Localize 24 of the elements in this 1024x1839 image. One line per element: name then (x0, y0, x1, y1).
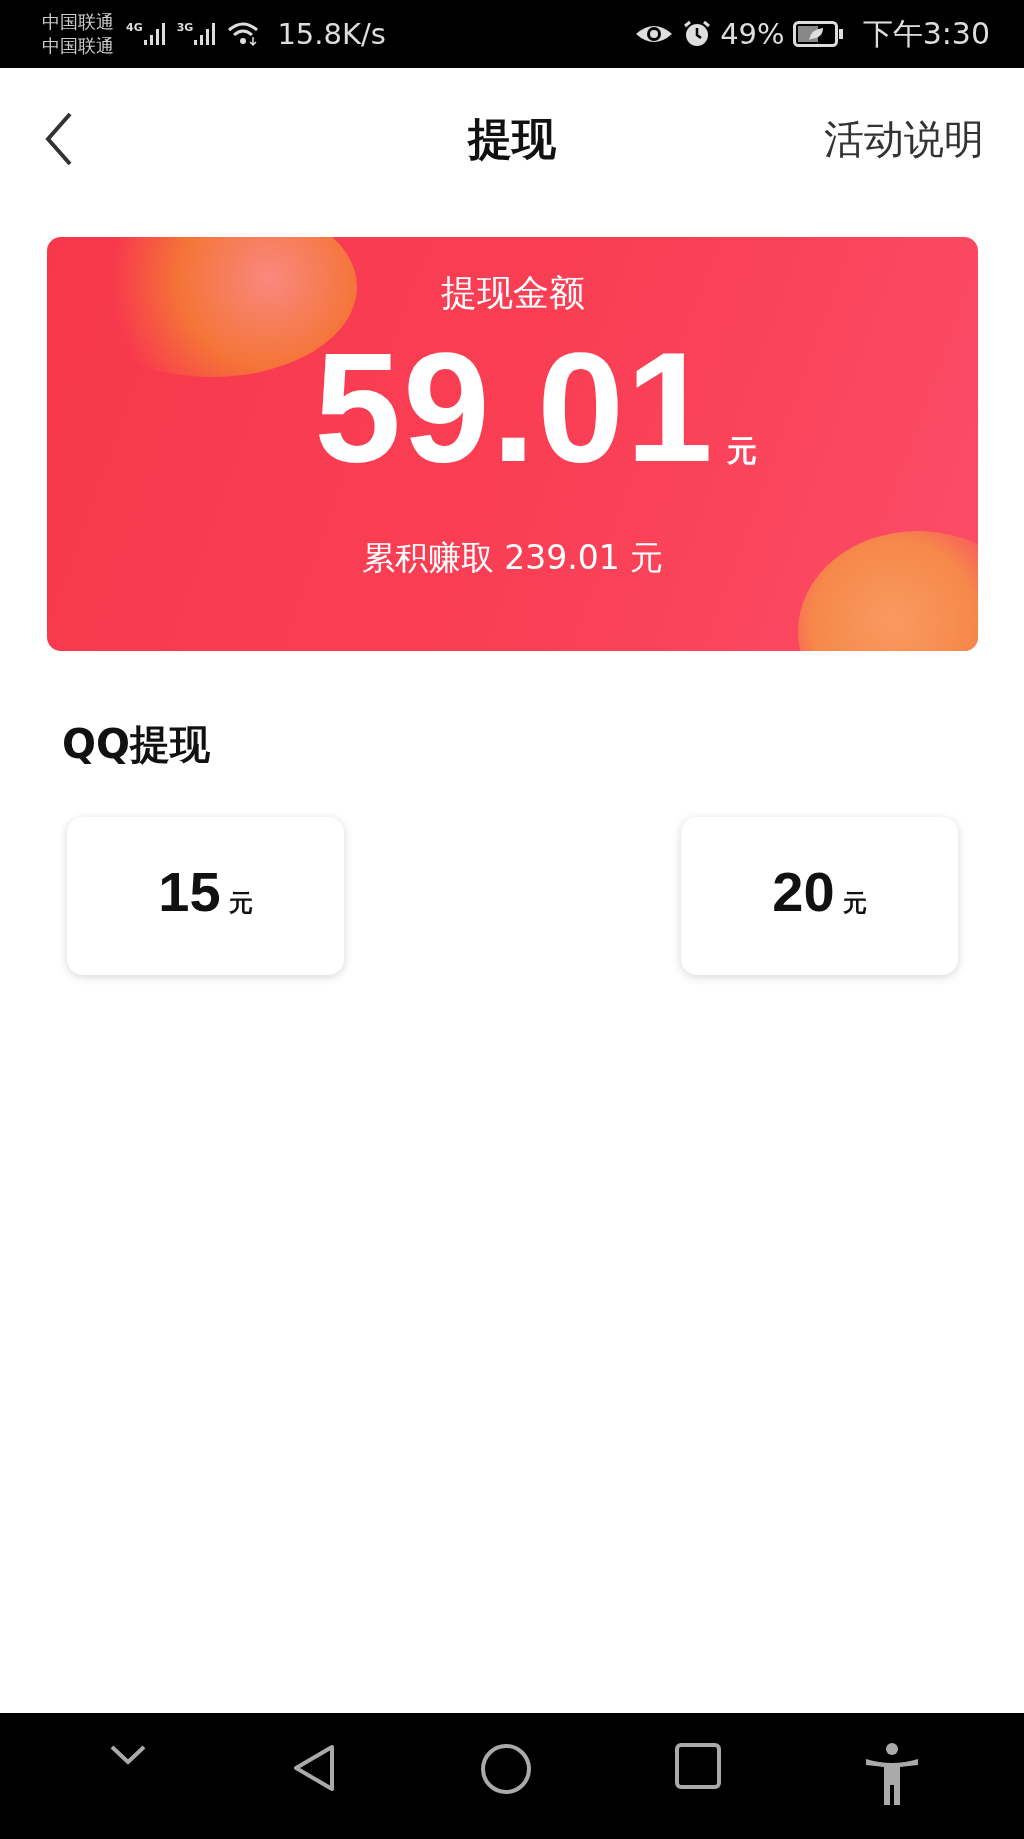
back-button[interactable] (44, 111, 74, 167)
amount-option[interactable]: 15 元 (67, 817, 344, 975)
balance-amount: 59.01 (314, 322, 715, 494)
battery-percent: 49% (720, 17, 785, 51)
page-title: 提现 (466, 111, 557, 166)
back-icon[interactable] (291, 1743, 336, 1793)
home-icon[interactable] (479, 1743, 532, 1795)
rules-link[interactable]: 活动说明 (824, 111, 984, 167)
alarm-icon (682, 19, 713, 49)
chevron-down-icon[interactable] (108, 1743, 148, 1767)
battery-icon (792, 21, 845, 47)
square-icon[interactable] (675, 1743, 722, 1789)
network-type: 3G (176, 21, 194, 34)
total-earned: 累积赚取 239.01 元 (361, 536, 664, 579)
accessibility-icon[interactable] (865, 1743, 919, 1805)
network-speed: 15.8K/s (277, 17, 386, 51)
network-type: 4G (126, 21, 143, 34)
carrier-name: 中国联通 (42, 34, 114, 58)
clock-time: 下午3:30 (862, 14, 990, 53)
amount-option[interactable]: 20 元 (681, 817, 958, 975)
section-title: QQ提现 (62, 720, 210, 769)
carrier-name: 中国联通 (42, 10, 114, 34)
balance-label: 提现金额 (440, 271, 585, 315)
currency-unit: 元 (726, 432, 757, 470)
